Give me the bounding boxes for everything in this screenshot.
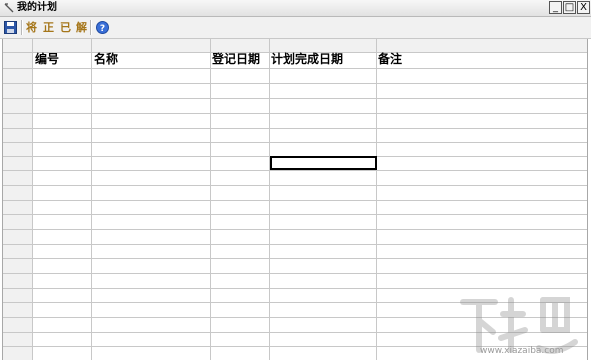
maximize-button[interactable]: □ [563, 1, 576, 14]
help-icon[interactable]: ? [96, 21, 109, 34]
window-title-bar[interactable]: 我的计划 _ □ X [0, 0, 591, 17]
column-header-name[interactable]: 名称 [94, 52, 118, 67]
column-header-id[interactable]: 编号 [35, 52, 59, 67]
close-button[interactable]: X [577, 1, 590, 14]
toolbar-button-4[interactable]: 解 [76, 20, 87, 35]
toolbar-button-2[interactable]: 正 [43, 20, 54, 35]
column-header-plan-complete-date[interactable]: 计划完成日期 [271, 52, 343, 67]
grid-area: 编号 名称 登记日期 计划完成日期 备注 [0, 39, 591, 360]
window-title: 我的计划 [17, 2, 57, 13]
app-icon [4, 3, 14, 13]
watermark-url: www.xiazaiba.com [480, 346, 564, 356]
minimize-button[interactable]: _ [549, 1, 562, 14]
column-header-register-date[interactable]: 登记日期 [212, 52, 260, 67]
toolbar-button-3[interactable]: 已 [60, 20, 71, 35]
toolbar: 将 正 已 解 ? [0, 17, 591, 39]
toolbar-separator [90, 20, 92, 35]
selected-cell[interactable] [270, 156, 377, 170]
column-header-remarks[interactable]: 备注 [378, 52, 402, 67]
toolbar-separator [21, 20, 23, 35]
toolbar-button-1[interactable]: 将 [26, 20, 37, 35]
save-icon[interactable] [4, 21, 17, 34]
svg-text:?: ? [100, 24, 105, 34]
